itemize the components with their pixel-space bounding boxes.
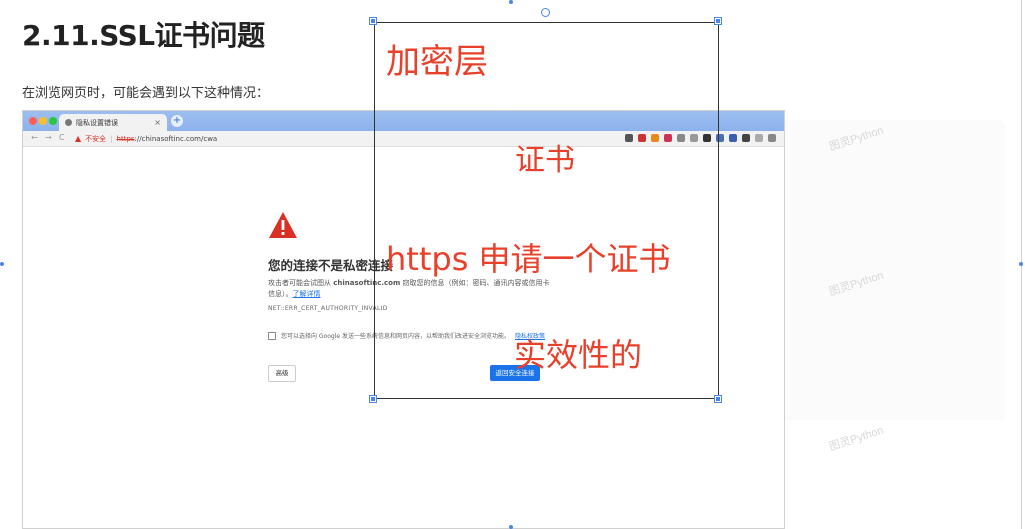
resize-handle-top-right[interactable] bbox=[714, 17, 722, 25]
favicon-icon bbox=[65, 119, 72, 126]
annotation-line-2: 证书 bbox=[515, 143, 575, 178]
resize-handle-top-left[interactable] bbox=[369, 17, 377, 25]
annotation-line-1: 加密层 bbox=[386, 42, 488, 82]
learn-more-link[interactable]: 了解详情 bbox=[293, 290, 321, 298]
advanced-button[interactable]: 高级 bbox=[268, 365, 296, 382]
url-separator: | bbox=[110, 134, 113, 143]
extension-icon[interactable] bbox=[729, 134, 737, 142]
warning-triangle-icon bbox=[269, 212, 297, 238]
insecure-label: 不安全 bbox=[85, 134, 107, 143]
slide-edge-handle[interactable] bbox=[509, 0, 513, 4]
slide-edge-handle[interactable] bbox=[1019, 262, 1023, 266]
back-arrow-icon[interactable]: ← bbox=[31, 133, 38, 142]
slide-edge-handle[interactable] bbox=[0, 262, 4, 266]
extension-icon[interactable] bbox=[742, 134, 750, 142]
tab-title: 隐私设置错误 bbox=[76, 118, 118, 127]
url-scheme: https bbox=[116, 134, 135, 143]
report-checkbox[interactable] bbox=[268, 331, 276, 340]
warning-icon: ▲ bbox=[75, 134, 82, 143]
annotation-line-4: 实效性的 bbox=[514, 336, 643, 374]
resize-handle-bottom-left[interactable] bbox=[369, 395, 377, 403]
page-title: 2.11.SSL证书问题 bbox=[22, 19, 265, 52]
reload-icon[interactable]: C bbox=[59, 133, 65, 142]
maximize-window-icon[interactable] bbox=[49, 117, 57, 125]
browser-tab[interactable]: 隐私设置错误 × bbox=[59, 114, 167, 131]
slide-canvas: 图灵Python 图灵Python 图灵Python 图灵Python 图灵Py… bbox=[0, 0, 1025, 529]
annotation-line-3: https 申请一个证书 bbox=[386, 240, 671, 278]
rotate-handle-icon[interactable] bbox=[541, 8, 550, 17]
minimize-window-icon[interactable] bbox=[39, 117, 47, 125]
url-text: ://chinasoftinc.com/cwa bbox=[134, 134, 218, 143]
url-field[interactable]: ▲ 不安全 | https://chinasoftinc.com/cwa bbox=[75, 132, 217, 145]
slide-edge-handle[interactable] bbox=[509, 525, 513, 529]
forward-arrow-icon[interactable]: → bbox=[45, 133, 52, 142]
intro-text: 在浏览网页时，可能会遇到以下这种情况： bbox=[22, 86, 270, 101]
close-window-icon[interactable] bbox=[29, 117, 37, 125]
tab-close-icon[interactable]: × bbox=[154, 118, 161, 127]
error-code: NET::ERR_CERT_AUTHORITY_INVALID bbox=[268, 305, 388, 312]
extension-icon[interactable] bbox=[755, 134, 763, 142]
watermark: 图灵Python bbox=[827, 424, 886, 454]
new-tab-button[interactable]: + bbox=[171, 115, 183, 127]
resize-handle-bottom-right[interactable] bbox=[714, 395, 722, 403]
extension-icon[interactable] bbox=[768, 134, 776, 142]
desc-prefix: 攻击者可能会试图从 bbox=[268, 279, 334, 287]
